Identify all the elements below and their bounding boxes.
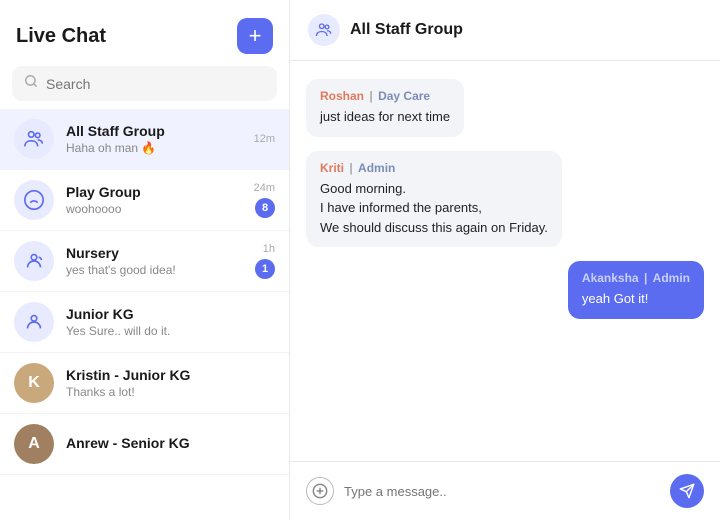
avatar-all-staff <box>14 119 54 159</box>
message-bubble-akanksha: Akanksha | Admin yeah Got it! <box>568 261 704 319</box>
avatar-play-group <box>14 180 54 220</box>
sender-role: Admin <box>358 161 395 175</box>
chat-name: Play Group <box>66 184 242 200</box>
message-bubble-kriti: Kriti | Admin Good morning.I have inform… <box>306 151 562 248</box>
chat-name: Junior KG <box>66 306 263 322</box>
message-sender: Kriti | Admin <box>320 161 548 175</box>
chat-header-avatar <box>308 14 340 46</box>
chat-info-nursery: Nursery yes that's good idea! <box>66 245 243 277</box>
chat-name: Kristin - Junior KG <box>66 367 263 383</box>
chat-preview: woohoooo <box>66 202 242 216</box>
attach-button[interactable] <box>306 477 334 505</box>
chat-info-anrew: Anrew - Senior KG <box>66 435 263 453</box>
chat-info-junior: Junior KG Yes Sure.. will do it. <box>66 306 263 338</box>
chat-preview: Yes Sure.. will do it. <box>66 324 263 338</box>
chat-time: 12m <box>254 133 275 145</box>
chat-info-play: Play Group woohoooo <box>66 184 242 216</box>
search-bar <box>12 66 277 101</box>
chat-panel: All Staff Group Roshan | Day Care just i… <box>290 0 720 520</box>
avatar-kristin: K <box>14 363 54 403</box>
chat-name: Nursery <box>66 245 243 261</box>
avatar-anrew: A <box>14 424 54 464</box>
sidebar: Live Chat + All Staff Group Haha oh man … <box>0 0 290 520</box>
chat-time: 24m <box>254 182 275 194</box>
message-input[interactable] <box>344 484 660 499</box>
chat-header: All Staff Group <box>290 0 720 61</box>
sender-name: Kriti <box>320 161 344 175</box>
chat-item-nursery[interactable]: Nursery yes that's good idea! 1h 1 <box>0 231 289 292</box>
message-sender: Roshan | Day Care <box>320 89 450 103</box>
chat-meta: 1h 1 <box>255 243 275 279</box>
message-text: yeah Got it! <box>582 289 690 309</box>
sidebar-header: Live Chat + <box>0 0 289 66</box>
chat-time: 1h <box>263 243 275 255</box>
chat-item-junior-kg[interactable]: Junior KG Yes Sure.. will do it. <box>0 292 289 353</box>
sidebar-title: Live Chat <box>16 25 106 48</box>
search-input[interactable] <box>46 76 265 92</box>
chat-input-bar <box>290 461 720 520</box>
chat-meta: 24m 8 <box>254 182 275 218</box>
chat-header-title: All Staff Group <box>350 21 463 39</box>
send-button[interactable] <box>670 474 704 508</box>
unread-badge: 1 <box>255 259 275 279</box>
unread-badge: 8 <box>255 198 275 218</box>
chat-item-all-staff[interactable]: All Staff Group Haha oh man 🔥 12m <box>0 109 289 170</box>
chat-name: All Staff Group <box>66 123 242 139</box>
message-bubble-roshan: Roshan | Day Care just ideas for next ti… <box>306 79 464 137</box>
sender-role: Admin <box>653 271 690 285</box>
chat-preview: yes that's good idea! <box>66 263 243 277</box>
chat-item-play-group[interactable]: Play Group woohoooo 24m 8 <box>0 170 289 231</box>
message-sender: Akanksha | Admin <box>582 271 690 285</box>
search-icon <box>24 74 38 93</box>
sender-name: Akanksha <box>582 271 639 285</box>
chat-list: All Staff Group Haha oh man 🔥 12m Play G… <box>0 109 289 520</box>
sender-role: Day Care <box>378 89 430 103</box>
chat-info-kristin: Kristin - Junior KG Thanks a lot! <box>66 367 263 399</box>
chat-name: Anrew - Senior KG <box>66 435 263 451</box>
chat-preview: Thanks a lot! <box>66 385 263 399</box>
message-text: just ideas for next time <box>320 107 450 127</box>
chat-meta: 12m <box>254 133 275 145</box>
chat-preview: Haha oh man 🔥 <box>66 141 242 155</box>
avatar-junior-kg <box>14 302 54 342</box>
chat-item-anrew[interactable]: A Anrew - Senior KG <box>0 414 289 475</box>
chat-info-all-staff: All Staff Group Haha oh man 🔥 <box>66 123 242 155</box>
message-text: Good morning.I have informed the parents… <box>320 179 548 238</box>
avatar-nursery <box>14 241 54 281</box>
messages-area: Roshan | Day Care just ideas for next ti… <box>290 61 720 461</box>
chat-item-kristin[interactable]: K Kristin - Junior KG Thanks a lot! <box>0 353 289 414</box>
add-chat-button[interactable]: + <box>237 18 273 54</box>
sender-name: Roshan <box>320 89 364 103</box>
